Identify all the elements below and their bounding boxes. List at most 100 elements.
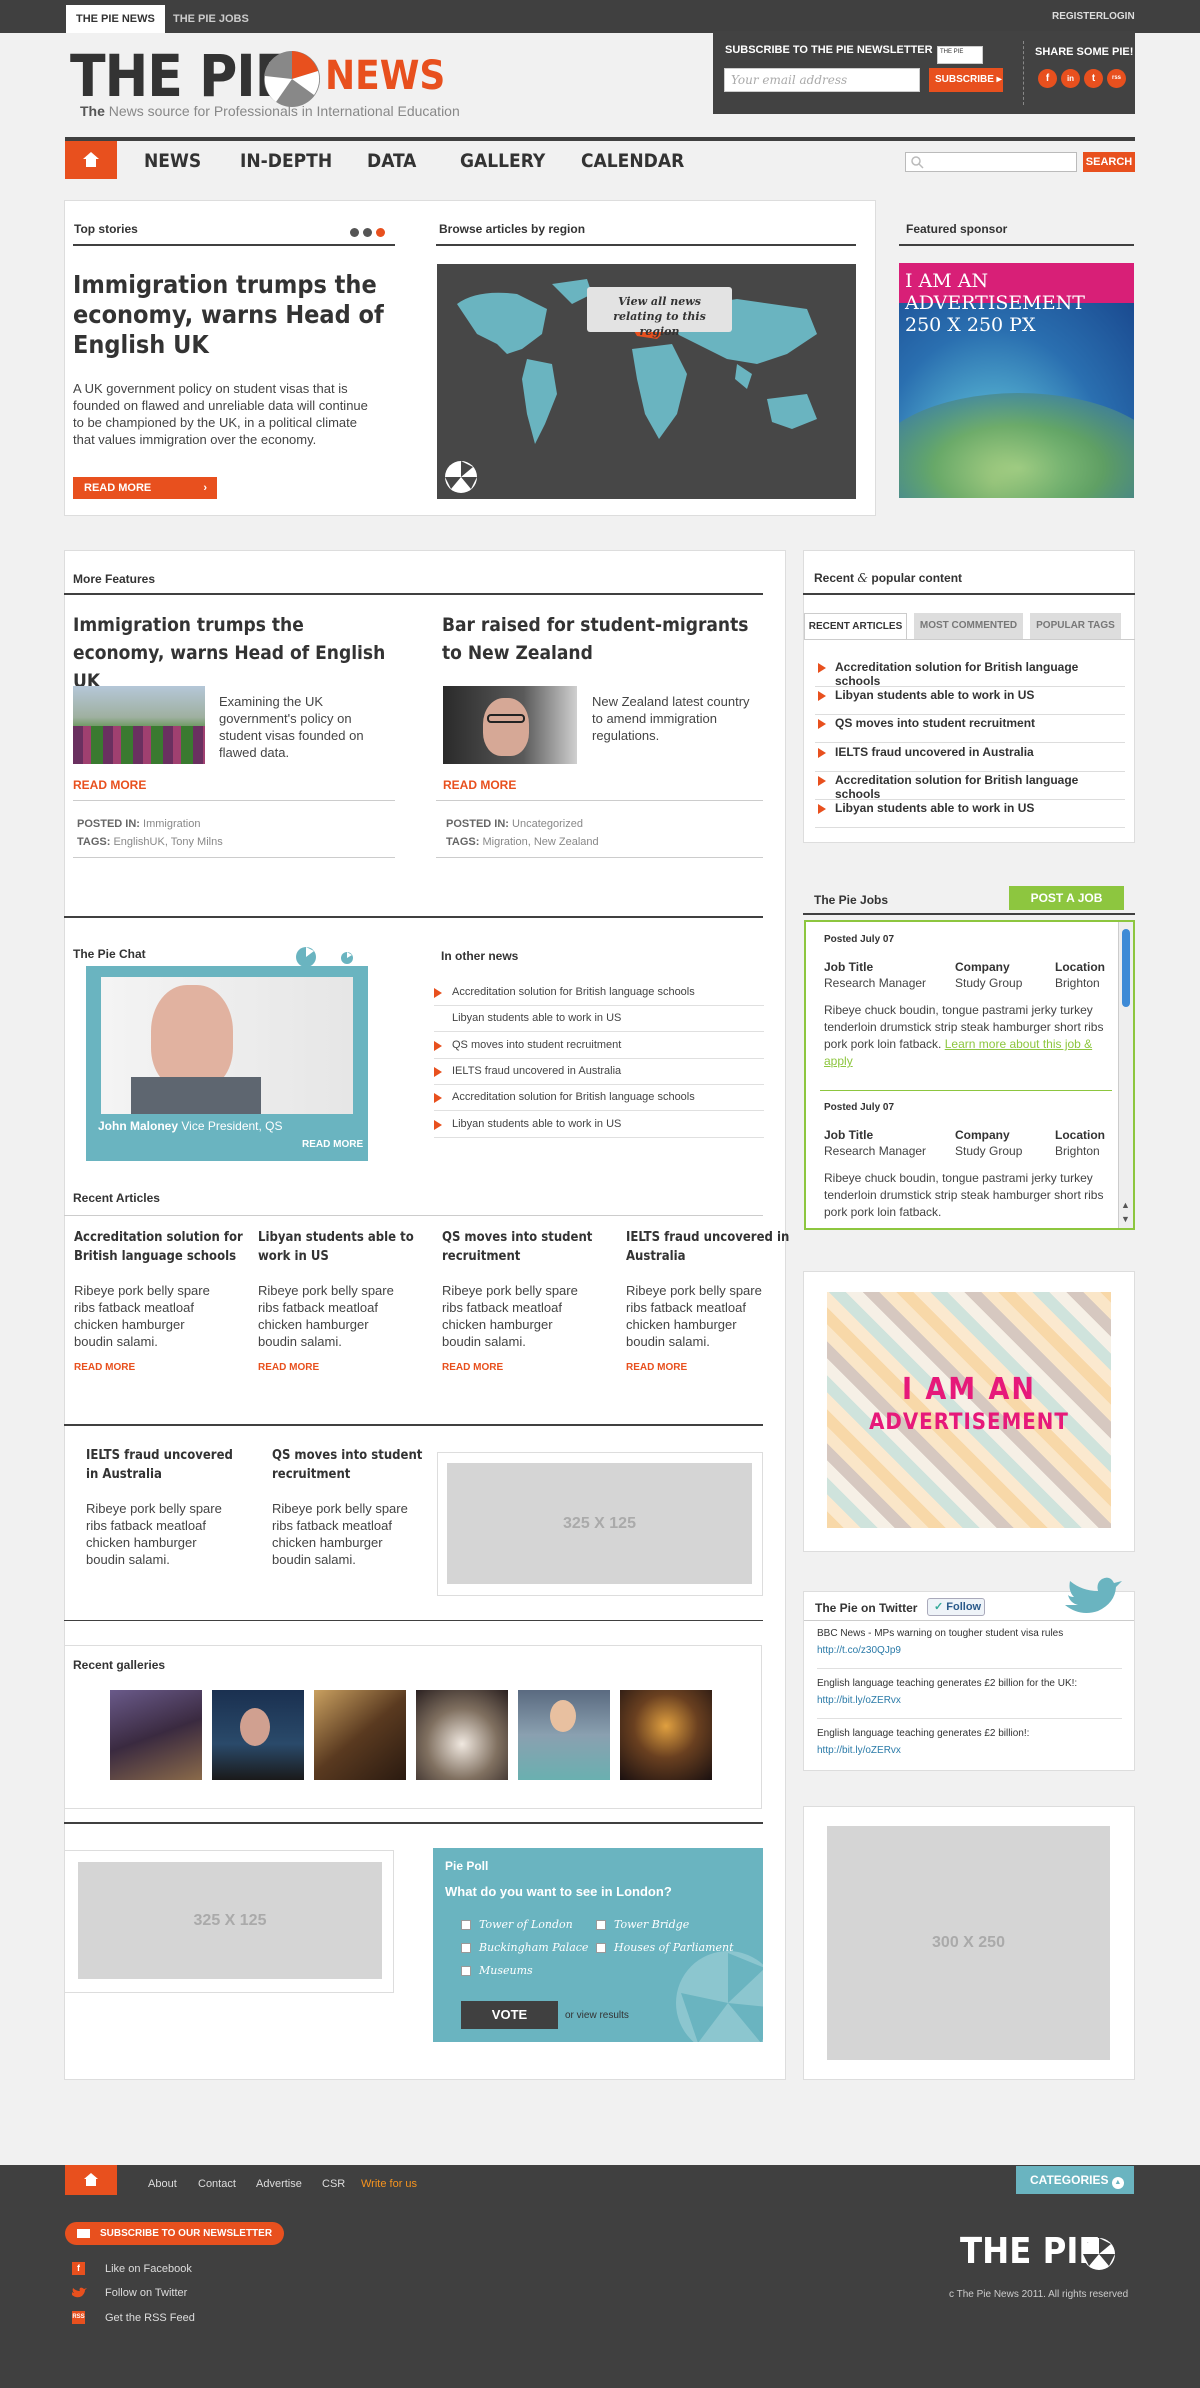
search-button[interactable]: SEARCH bbox=[1083, 152, 1135, 172]
recent-article-title[interactable]: QS moves into student recruitment bbox=[442, 1228, 617, 1266]
vote-button[interactable]: VOTE bbox=[461, 2001, 558, 2029]
post-job-button[interactable]: POST A JOB bbox=[1009, 886, 1124, 910]
gallery-thumb[interactable] bbox=[212, 1690, 304, 1780]
footer-newsletter-button[interactable]: SUBSCRIBE TO OUR NEWSLETTER bbox=[65, 2222, 284, 2245]
login-link[interactable]: LOGIN bbox=[1103, 0, 1135, 33]
poll-option[interactable]: Houses of Parliament bbox=[596, 1941, 734, 1954]
footer-twitter[interactable]: Follow on Twitter bbox=[105, 2287, 187, 2299]
other-news-item[interactable]: Libyan students able to work in US bbox=[434, 1006, 764, 1033]
feature-image[interactable] bbox=[443, 686, 577, 764]
other-news-item[interactable]: Accreditation solution for British langu… bbox=[434, 980, 764, 1006]
recent-article-read-more[interactable]: READ MORE bbox=[442, 1362, 503, 1373]
poll-checkbox[interactable] bbox=[461, 1920, 471, 1930]
other-news-item[interactable]: Libyan students able to work in US bbox=[434, 1112, 764, 1138]
feature-headline[interactable]: Immigration trumps the economy, warns He… bbox=[73, 611, 393, 695]
footer-write[interactable]: Write for us bbox=[361, 2178, 417, 2190]
feature-headline[interactable]: Bar raised for student-migrants to New Z… bbox=[442, 611, 772, 667]
ad-placeholder[interactable]: 300 X 250 bbox=[827, 1826, 1110, 2060]
recent-list-item[interactable]: Accreditation solution for British langu… bbox=[815, 660, 1125, 688]
sponsor-ad[interactable]: I AM AN ADVERTISEMENT 250 X 250 PX bbox=[899, 263, 1134, 498]
feature-image[interactable] bbox=[73, 686, 205, 764]
recent-article-read-more[interactable]: READ MORE bbox=[74, 1362, 135, 1373]
gallery-thumb[interactable] bbox=[110, 1690, 202, 1780]
facebook-icon[interactable]: f bbox=[1038, 69, 1057, 88]
ad-placeholder[interactable]: 325 X 125 bbox=[447, 1463, 752, 1584]
job-listing[interactable]: Posted July 07 Job Title Company Location Re… bbox=[820, 934, 1110, 1094]
stripes-ad[interactable]: I AM AN ADVERTISEMENT bbox=[827, 1292, 1111, 1528]
feature-read-more[interactable]: READ MORE bbox=[443, 778, 516, 792]
nav-news[interactable]: NEWS bbox=[144, 150, 201, 172]
pie-chat-card[interactable]: John Maloney Vice President, QS READ MOR… bbox=[86, 966, 368, 1161]
footer-about[interactable]: About bbox=[148, 2178, 177, 2190]
footer-advertise[interactable]: Advertise bbox=[256, 2178, 302, 2190]
gallery-thumb[interactable] bbox=[518, 1690, 610, 1780]
other-news-item[interactable]: Accreditation solution for British langu… bbox=[434, 1085, 764, 1112]
read-more-button[interactable]: READ MORE › bbox=[73, 477, 217, 499]
follow-button[interactable]: ✓ Follow bbox=[927, 1598, 985, 1616]
top-story-headline[interactable]: Immigration trumps the economy, warns He… bbox=[73, 270, 403, 360]
tab-the-pie-jobs[interactable]: THE PIE JOBS bbox=[163, 5, 259, 33]
tab-recent-articles[interactable]: RECENT ARTICLES bbox=[804, 613, 907, 639]
search-input[interactable] bbox=[905, 152, 1077, 172]
footer-facebook[interactable]: Like on Facebook bbox=[105, 2263, 192, 2275]
nav-calendar[interactable]: CALENDAR bbox=[581, 150, 684, 172]
nav-data[interactable]: DATA bbox=[367, 150, 416, 172]
poll-option[interactable]: Museums bbox=[461, 1964, 533, 1977]
poll-checkbox[interactable] bbox=[461, 1966, 471, 1976]
recent-article-title[interactable]: QS moves into student recruitment bbox=[272, 1446, 432, 1484]
recent-article-read-more[interactable]: READ MORE bbox=[258, 1362, 319, 1373]
footer-contact[interactable]: Contact bbox=[198, 2178, 236, 2190]
rss-icon[interactable]: rss bbox=[1107, 69, 1126, 88]
poll-checkbox[interactable] bbox=[596, 1920, 606, 1930]
gallery-thumb[interactable] bbox=[314, 1690, 406, 1780]
slider-dot[interactable] bbox=[363, 228, 372, 237]
tab-popular-tags[interactable]: POPULAR TAGS bbox=[1030, 613, 1121, 639]
recent-list-item[interactable]: Accreditation solution for British langu… bbox=[815, 773, 1125, 801]
job-listing[interactable]: Posted July 07 Job Title Company Location Re… bbox=[820, 1102, 1110, 1228]
categories-button[interactable]: CATEGORIES ▲ bbox=[1016, 2166, 1134, 2194]
world-map[interactable]: View all news relating to this region bbox=[437, 264, 856, 499]
footer-csr[interactable]: CSR bbox=[322, 2178, 345, 2190]
slider-dot-active[interactable] bbox=[376, 228, 385, 237]
poll-option[interactable]: Buckingham Palace bbox=[461, 1941, 588, 1954]
poll-checkbox[interactable] bbox=[596, 1943, 606, 1953]
recent-article-title[interactable]: Libyan students able to work in US bbox=[258, 1228, 433, 1266]
poll-option[interactable]: Tower of London bbox=[461, 1918, 573, 1931]
footer-logo[interactable]: THE PIE bbox=[960, 2232, 1101, 2272]
register-link[interactable]: REGISTER bbox=[1052, 0, 1103, 33]
scrollbar[interactable]: ▲ ▼ bbox=[1118, 922, 1133, 1228]
slider-dot[interactable] bbox=[350, 228, 359, 237]
site-logo[interactable]: THE PIE bbox=[70, 44, 290, 108]
linkedin-icon[interactable]: in bbox=[1061, 69, 1080, 88]
poll-checkbox[interactable] bbox=[461, 1943, 471, 1953]
subscribe-button[interactable]: SUBSCRIBE ▸ bbox=[929, 68, 1003, 92]
twitter-icon[interactable]: t bbox=[1084, 69, 1103, 88]
recent-article-title[interactable]: IELTS fraud uncovered in Australia bbox=[86, 1446, 246, 1484]
tweet-link[interactable]: http://bit.ly/oZERvx bbox=[817, 1695, 901, 1706]
tab-the-pie-news[interactable]: THE PIE NEWS bbox=[66, 5, 165, 33]
recent-list-item[interactable]: IELTS fraud uncovered in Australia bbox=[815, 745, 1125, 772]
recent-list-item[interactable]: Libyan students able to work in US bbox=[815, 801, 1125, 828]
recent-list-item[interactable]: Libyan students able to work in US bbox=[815, 688, 1125, 716]
scroll-up-icon[interactable]: ▲ bbox=[1121, 1200, 1130, 1210]
scroll-down-icon[interactable]: ▼ bbox=[1121, 1214, 1130, 1224]
recent-list-item[interactable]: QS moves into student recruitment bbox=[815, 716, 1125, 744]
recent-article-title[interactable]: IELTS fraud uncovered in Australia bbox=[626, 1228, 801, 1266]
footer-home-button[interactable] bbox=[65, 2165, 117, 2195]
nav-gallery[interactable]: GALLERY bbox=[460, 150, 545, 172]
tweet-link[interactable]: http://t.co/z30QJp9 bbox=[817, 1645, 901, 1656]
ad-placeholder[interactable]: 325 X 125 bbox=[78, 1862, 382, 1979]
footer-rss[interactable]: Get the RSS Feed bbox=[105, 2312, 195, 2324]
feature-read-more[interactable]: READ MORE bbox=[73, 778, 146, 792]
tweet-link[interactable]: http://bit.ly/oZERvx bbox=[817, 1745, 901, 1756]
chat-read-more[interactable]: READ MORE bbox=[302, 1139, 363, 1150]
email-input[interactable]: Your email address bbox=[724, 68, 920, 92]
other-news-item[interactable]: IELTS fraud uncovered in Australia bbox=[434, 1059, 764, 1085]
view-results-link[interactable]: or view results bbox=[565, 2010, 629, 2021]
gallery-thumb[interactable] bbox=[620, 1690, 712, 1780]
poll-option[interactable]: Tower Bridge bbox=[596, 1918, 689, 1931]
home-button[interactable] bbox=[65, 141, 117, 179]
gallery-thumb[interactable] bbox=[416, 1690, 508, 1780]
other-news-item[interactable]: QS moves into student recruitment bbox=[434, 1033, 764, 1059]
tab-most-commented[interactable]: MOST COMMENTED bbox=[914, 613, 1023, 639]
